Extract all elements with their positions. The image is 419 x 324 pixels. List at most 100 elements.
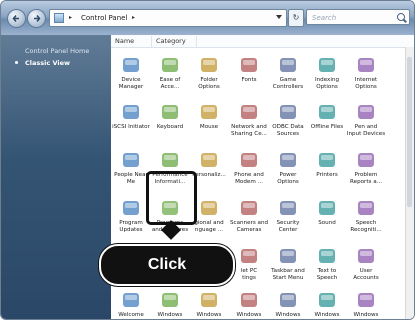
control-panel-item[interactable]: Sound (307, 198, 347, 227)
control-panel-item[interactable]: Security Center (268, 198, 308, 233)
control-panel-icon (54, 13, 64, 23)
internet-options-icon (356, 55, 376, 75)
control-panel-item[interactable]: Phone and Modem ... (229, 150, 269, 185)
control-panel-item[interactable]: Folder Options (189, 55, 229, 90)
speech-icon (356, 198, 376, 218)
power-options-icon (278, 150, 298, 170)
classic-view-link[interactable]: Classic View (25, 59, 70, 67)
iscsi-icon (121, 102, 141, 122)
control-panel-item[interactable]: Welcome Center (111, 290, 151, 319)
control-panel-item[interactable]: Ease of Acce... (150, 55, 190, 90)
vertical-scrollbar[interactable] (405, 47, 414, 319)
control-panel-item[interactable]: Program Updates (111, 198, 151, 233)
control-panel-item[interactable]: Device Manager (111, 55, 151, 90)
program-updates-icon (121, 198, 141, 218)
refresh-button[interactable]: ↻ (288, 9, 304, 27)
item-label: Problem Reports a... (350, 172, 382, 185)
search-input[interactable]: Search (306, 9, 410, 25)
search-placeholder: Search (312, 14, 337, 22)
screenshot: ▸ Control Panel ▸ ↻ Search Control Panel… (0, 0, 419, 324)
item-label: Windows Sidebar ... (352, 312, 381, 319)
control-panel-item[interactable]: Problem Reports a... (346, 150, 386, 185)
address-bar[interactable]: ▸ Control Panel ▸ (49, 9, 287, 27)
regional-language-icon (199, 198, 219, 218)
item-label: iSCSI Initiator (112, 124, 150, 130)
item-label: Printers (316, 172, 338, 178)
control-panel-item[interactable]: Fonts (229, 55, 269, 84)
item-label: Pen and Input Devices (346, 124, 386, 137)
control-panel-item[interactable]: Speech Recogniti... (346, 198, 386, 233)
printers-icon (317, 150, 337, 170)
taskbar-icon (278, 246, 298, 266)
column-header-category[interactable]: Category (152, 36, 197, 47)
control-panel-item[interactable]: Keyboard (150, 102, 190, 131)
keyboard-icon (160, 102, 180, 122)
control-panel-item[interactable]: Offline Files (307, 102, 347, 131)
item-label: Power Options (277, 172, 299, 185)
bullet-icon (15, 61, 18, 64)
control-panel-item[interactable]: iSCSI Initiator (111, 102, 151, 131)
search-icon[interactable] (397, 13, 405, 21)
control-panel-item[interactable]: Windows Firewall (268, 290, 308, 319)
control-panel-item[interactable]: Mouse (189, 102, 229, 131)
item-label: Keyboard (156, 124, 184, 130)
control-panel-item[interactable]: Windows Mobilit... (307, 290, 347, 319)
scanners-icon (239, 198, 259, 218)
control-panel-item[interactable]: Network and Sharing Ce... (229, 102, 269, 137)
item-label: Device Manager (118, 77, 144, 90)
breadcrumb-separator: ▸ (69, 14, 73, 21)
item-label: User Accounts (353, 268, 379, 281)
breadcrumb-separator: ▸ (132, 14, 136, 21)
pen-icon (356, 102, 376, 122)
forward-button[interactable] (27, 9, 46, 28)
item-label: Taskbar and Start Menu (271, 268, 305, 281)
item-label: ODBC Data Sources (272, 124, 304, 137)
indexing-options-icon (317, 55, 337, 75)
control-panel-item[interactable]: Game Controllers (268, 55, 308, 90)
network-icon (239, 102, 259, 122)
control-panel-item[interactable]: Internet Options (346, 55, 386, 90)
sound-icon (317, 198, 337, 218)
performance-icon (160, 150, 180, 170)
item-label: Text to Speech (316, 268, 338, 281)
control-panel-item[interactable]: User Accounts (346, 246, 386, 281)
text-to-speech-icon (317, 246, 337, 266)
click-callout: Click (99, 244, 235, 286)
navigation-bar: ▸ Control Panel ▸ ↻ Search (1, 1, 414, 35)
item-label: Security Center (276, 220, 300, 233)
control-panel-item[interactable]: let PC tings (229, 246, 269, 281)
item-label: Indexing Options (314, 77, 340, 90)
control-panel-item[interactable]: Pen and Input Devices (346, 102, 386, 137)
control-panel-home-link[interactable]: Control Panel Home (25, 47, 89, 55)
control-panel-item[interactable]: ODBC Data Sources (268, 102, 308, 137)
item-label: Fonts (241, 77, 257, 83)
back-button[interactable] (7, 9, 26, 28)
control-panel-item[interactable]: People Near Me (111, 150, 151, 185)
highlight-box (146, 171, 197, 225)
column-header-name[interactable]: Name (111, 36, 152, 47)
control-panel-item[interactable]: Windows Sidebar ... (346, 290, 386, 319)
control-panel-item[interactable]: Windows Anytim... (150, 290, 190, 319)
item-label: Internet Options (354, 77, 378, 90)
arrow-right-icon (34, 15, 41, 22)
firewall-icon (278, 290, 298, 310)
control-panel-item[interactable]: Printers (307, 150, 347, 179)
ease-of-access-icon (160, 55, 180, 75)
control-panel-item[interactable]: Scanners and Cameras (229, 198, 269, 233)
control-panel-item[interactable]: Windows CardSpace (189, 290, 229, 319)
scrollbar-thumb[interactable] (407, 57, 412, 207)
column-headers: Name Category (111, 35, 414, 48)
control-panel-item[interactable]: Taskbar and Start Menu (268, 246, 308, 281)
security-center-icon (278, 198, 298, 218)
item-label: Network and Sharing Ce... (231, 124, 267, 137)
control-panel-item[interactable]: Indexing Options (307, 55, 347, 90)
sidebar-icon (356, 290, 376, 310)
device-manager-icon (121, 55, 141, 75)
breadcrumb-control-panel[interactable]: Control Panel (81, 10, 127, 26)
chevron-down-icon[interactable] (276, 15, 282, 19)
item-label: let PC tings (240, 268, 258, 281)
control-panel-item[interactable]: Text to Speech (307, 246, 347, 281)
control-panel-item[interactable]: Power Options (268, 150, 308, 185)
item-label: Scanners and Cameras (229, 220, 269, 233)
control-panel-item[interactable]: Windows Defender (229, 290, 269, 319)
